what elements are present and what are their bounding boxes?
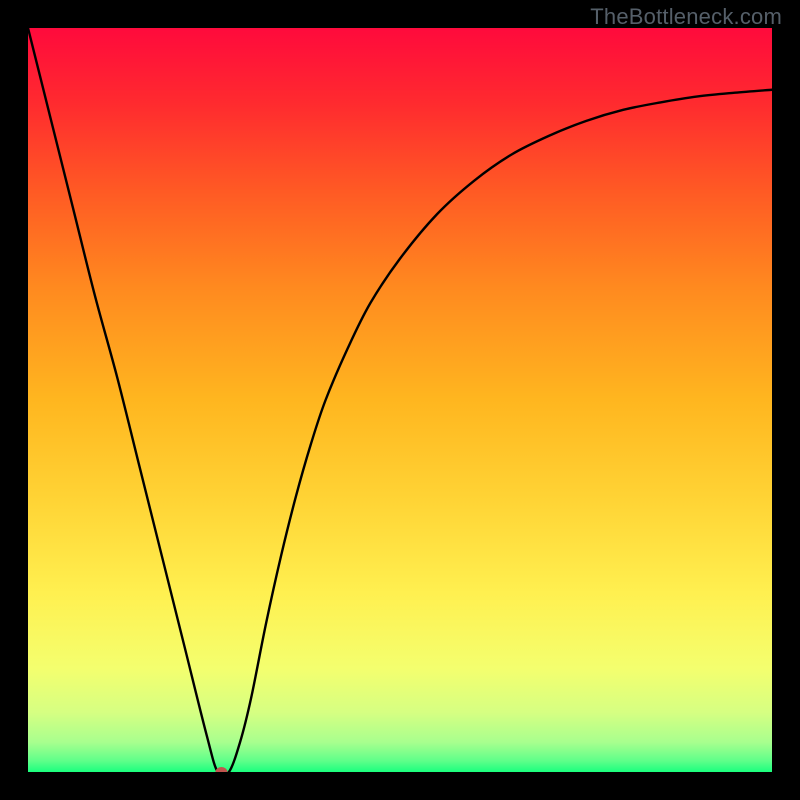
- plot-area: [28, 28, 772, 772]
- plot-background: [28, 28, 772, 772]
- watermark: TheBottleneck.com: [590, 4, 782, 30]
- chart-svg: [28, 28, 772, 772]
- chart-frame: TheBottleneck.com: [0, 0, 800, 800]
